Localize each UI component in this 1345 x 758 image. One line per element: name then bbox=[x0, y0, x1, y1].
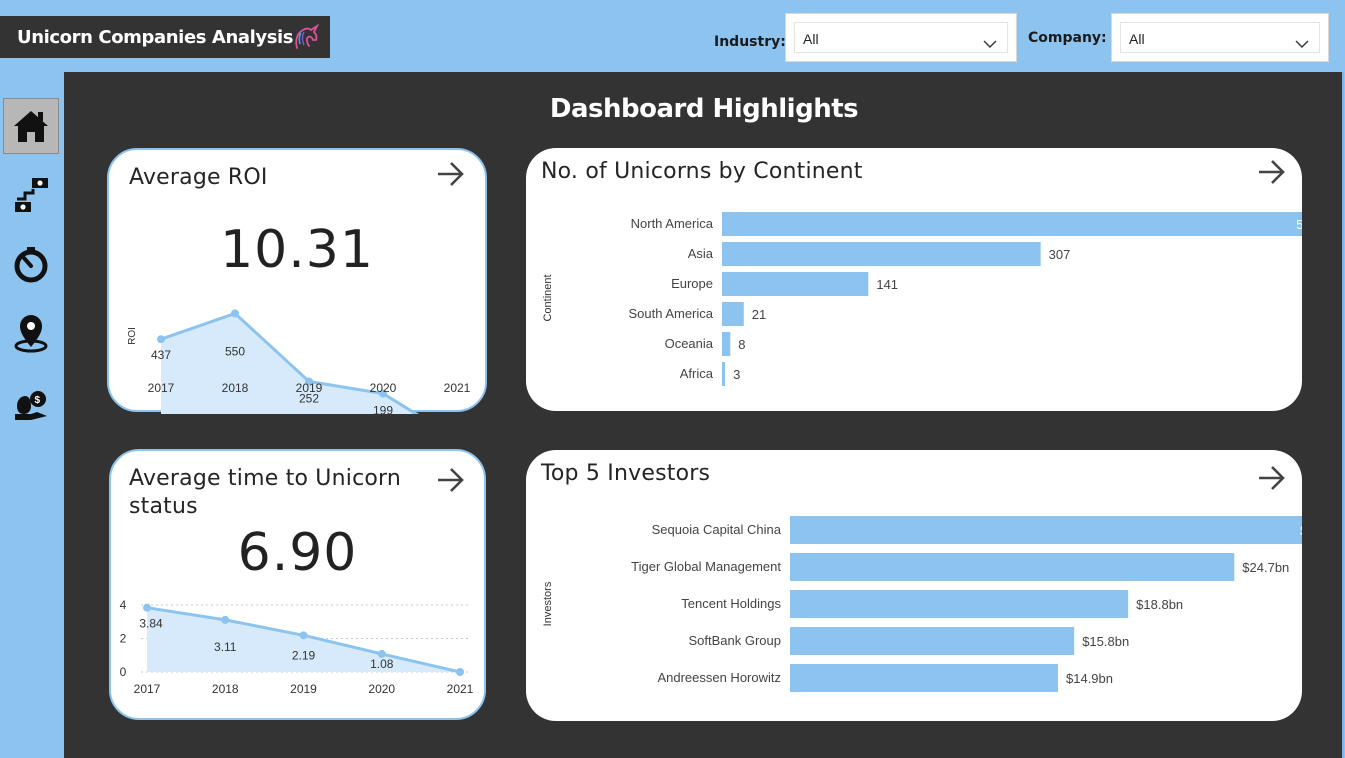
data-label: 550 bbox=[225, 344, 245, 358]
sidebar-item-investors[interactable]: $ bbox=[3, 374, 59, 430]
bar bbox=[790, 627, 1075, 655]
data-label: 580 bbox=[1296, 217, 1302, 232]
bar bbox=[722, 272, 869, 296]
time-to-unicorn-card[interactable]: Average time to Unicorn status 6.90 4203… bbox=[109, 449, 486, 720]
svg-text:$: $ bbox=[35, 395, 41, 406]
main-canvas: Dashboard Highlights Average ROI 10.31 4… bbox=[64, 72, 1344, 758]
x-tick-label: 2019 bbox=[290, 682, 317, 696]
time-line-chart: 4 2 0 3.84 3.11 2.19 1.08 2017 2018 2019 2020 2021 bbox=[120, 598, 474, 696]
category-label: Europe bbox=[671, 276, 713, 291]
x-tick-label: 2020 bbox=[368, 682, 395, 696]
chevron-down-icon[interactable] bbox=[1295, 34, 1309, 48]
sidebar-item-time[interactable] bbox=[3, 236, 59, 292]
data-point bbox=[143, 603, 151, 612]
data-label: 141 bbox=[876, 277, 898, 292]
data-point bbox=[299, 631, 308, 640]
data-point bbox=[231, 309, 239, 318]
chevron-down-icon[interactable] bbox=[983, 34, 997, 48]
category-label: Andreessen Horowitz bbox=[657, 670, 781, 685]
bar bbox=[722, 302, 744, 326]
industry-dropdown[interactable]: All bbox=[785, 13, 1017, 62]
data-label: $14.9bn bbox=[1066, 671, 1113, 686]
category-label: Africa bbox=[680, 366, 714, 381]
data-label: $15.8bn bbox=[1082, 634, 1129, 649]
bar bbox=[722, 362, 726, 386]
bar bbox=[790, 516, 1302, 544]
unicorn-icon bbox=[291, 23, 321, 50]
x-tick-label: 2020 bbox=[370, 381, 397, 395]
company-dropdown-value: All bbox=[1129, 31, 1145, 47]
investors-bar-chart: Sequoia Capital China $31.3bn Tiger Global… bbox=[542, 516, 1302, 692]
y-axis-label: Continent bbox=[542, 274, 554, 321]
data-label: 3.11 bbox=[214, 640, 237, 654]
roi-card[interactable]: Average ROI 10.31 437 550 252 199 2017 2018 20… bbox=[107, 148, 487, 414]
company-dropdown-field[interactable]: All bbox=[1120, 22, 1320, 53]
x-tick-label: 2021 bbox=[447, 682, 474, 696]
x-tick-label: 2017 bbox=[134, 682, 161, 696]
data-point bbox=[157, 335, 165, 344]
x-tick-label: 2021 bbox=[444, 381, 471, 395]
data-label: 3.84 bbox=[139, 617, 163, 631]
y-axis-label: Investors bbox=[542, 581, 554, 626]
data-label: 307 bbox=[1049, 247, 1071, 262]
continent-card[interactable]: No. of Unicorns by Continent North Ameri… bbox=[526, 148, 1302, 411]
continent-bar-chart: North America 580 Asia 307 Europe 141 South Am… bbox=[542, 212, 1302, 386]
sidebar-item-location[interactable] bbox=[3, 305, 59, 361]
money-growth-icon bbox=[15, 178, 48, 212]
category-label: Tiger Global Management bbox=[631, 559, 781, 574]
category-label: SoftBank Group bbox=[689, 633, 782, 648]
y-tick-label: 2 bbox=[120, 632, 127, 646]
x-tick-label: 2017 bbox=[148, 381, 175, 395]
roi-line-chart: 437 5502521992017 2018 2019 2020 2021ROI bbox=[127, 309, 471, 414]
company-dropdown[interactable]: All bbox=[1111, 13, 1329, 62]
data-label: 437 bbox=[151, 348, 171, 362]
data-label: 2.19 bbox=[292, 648, 316, 662]
investors-card[interactable]: Top 5 Investors Sequoia Capital China$31… bbox=[526, 450, 1302, 721]
x-tick-label: 2019 bbox=[296, 381, 323, 395]
top-bar: Unicorn Companies Analysis Industry: All… bbox=[0, 0, 1345, 72]
bar bbox=[722, 332, 731, 356]
data-label: $24.7bn bbox=[1242, 560, 1289, 575]
data-label: 199 bbox=[373, 404, 393, 414]
bar bbox=[722, 242, 1041, 266]
location-pin-icon bbox=[14, 315, 48, 353]
bar bbox=[790, 553, 1235, 581]
y-tick-label: 0 bbox=[120, 665, 127, 679]
category-label: Sequoia Capital China bbox=[652, 522, 782, 537]
y-tick-label: 4 bbox=[120, 598, 127, 612]
page-title: Dashboard Highlights bbox=[549, 94, 859, 124]
app-title: Unicorn Companies Analysis bbox=[17, 26, 294, 48]
industry-dropdown-value: All bbox=[803, 31, 819, 47]
data-point bbox=[456, 668, 464, 676]
category-label: Tencent Holdings bbox=[681, 596, 781, 611]
company-filter-label: Company: bbox=[1028, 30, 1107, 46]
data-label: $31.3bn bbox=[1300, 523, 1302, 538]
data-label: $18.8bn bbox=[1136, 597, 1183, 612]
y-axis-label: ROI bbox=[127, 327, 138, 345]
category-label: South America bbox=[628, 306, 713, 321]
category-label: North America bbox=[631, 216, 714, 231]
data-point bbox=[221, 615, 230, 624]
investor-money-bag-icon: $ bbox=[15, 391, 47, 420]
timer-icon bbox=[14, 247, 48, 283]
sidebar: $ bbox=[0, 72, 64, 758]
data-label: 1.08 bbox=[370, 657, 394, 671]
x-tick-label: 2018 bbox=[222, 381, 249, 395]
data-label: 21 bbox=[752, 307, 766, 322]
category-label: Asia bbox=[688, 246, 714, 261]
sidebar-item-investments[interactable] bbox=[3, 167, 59, 223]
home-icon bbox=[14, 111, 48, 142]
industry-dropdown-field[interactable]: All bbox=[794, 22, 1008, 53]
bar bbox=[722, 212, 1302, 236]
industry-filter-label: Industry: bbox=[714, 34, 786, 50]
app-title-box: Unicorn Companies Analysis bbox=[0, 16, 330, 58]
data-label: 3 bbox=[733, 367, 740, 382]
data-label: 8 bbox=[738, 337, 745, 352]
bar bbox=[790, 664, 1059, 692]
x-tick-label: 2018 bbox=[212, 682, 239, 696]
sidebar-item-home[interactable] bbox=[3, 98, 59, 154]
category-label: Oceania bbox=[665, 336, 714, 351]
bar bbox=[790, 590, 1129, 618]
